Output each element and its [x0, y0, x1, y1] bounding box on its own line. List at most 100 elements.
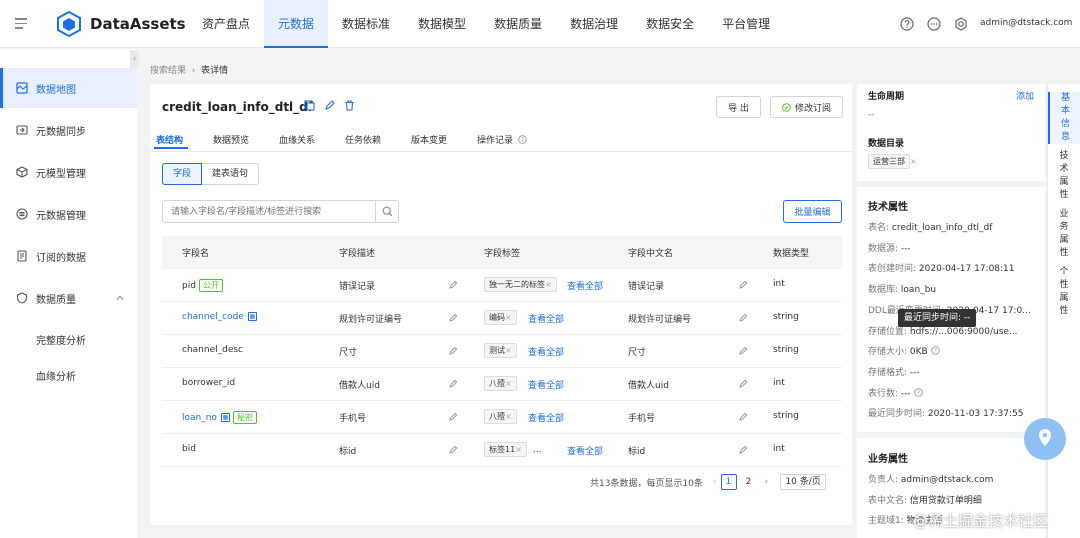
close-icon[interactable]: × [515, 445, 522, 454]
segment-fields[interactable]: 字段 [162, 163, 203, 185]
field-name-cell: channel_desc [182, 345, 243, 355]
edit-icon[interactable] [448, 346, 458, 356]
edit-icon[interactable] [738, 346, 748, 356]
batch-edit-button[interactable]: 批量编辑 [783, 200, 842, 223]
edit-icon[interactable] [448, 313, 458, 323]
tab-table-structure[interactable]: 表结构 [156, 133, 183, 146]
edit-icon[interactable] [448, 412, 458, 422]
tab-biz-attrs[interactable]: 业务属性 [1048, 208, 1080, 260]
breadcrumb-parent[interactable]: 搜索结果 [150, 66, 186, 76]
nav-item[interactable]: 资产盘点 [188, 0, 264, 48]
tab-data-preview[interactable]: 数据预览 [213, 133, 249, 146]
field-cn-name: 尺寸 [628, 348, 647, 358]
sidebar-item-subscribed[interactable]: 订阅的数据 [0, 236, 137, 276]
tab-tech-attrs[interactable]: 技术属性 [1048, 150, 1080, 202]
table-row: borrower_id 借款人uid 八殪× 查看全部 借款人uid int [162, 368, 842, 401]
edit-icon[interactable] [448, 445, 458, 455]
attribute-key: 最近同步时间: [868, 409, 926, 420]
menu-toggle-icon[interactable] [15, 18, 27, 32]
tab-version-change[interactable]: 版本变更 [411, 133, 447, 146]
attribute-row: 表中文名: 信用贷款订单明细 [868, 493, 982, 506]
close-icon[interactable]: × [910, 157, 917, 166]
sidebar-subitem-completeness[interactable]: 完整度分析 [36, 332, 86, 347]
close-icon[interactable]: × [505, 346, 512, 355]
sidebar-item-meta-model[interactable]: 元模型管理 [0, 152, 137, 192]
nav-item[interactable]: 数据治理 [556, 0, 632, 48]
search-button[interactable] [375, 200, 399, 223]
segment-ddl[interactable]: 建表语句 [202, 163, 260, 185]
page-button[interactable]: 2 [741, 474, 757, 490]
help-circle-icon[interactable] [900, 17, 914, 31]
logo-icon [57, 11, 81, 37]
view-all-tags-link[interactable]: 查看全部 [567, 279, 603, 292]
next-page-icon[interactable]: › [765, 477, 769, 487]
field-tags-cell: 标签11×... [484, 442, 541, 457]
view-all-tags-link[interactable]: 查看全部 [528, 378, 564, 391]
tab-basic-info[interactable]: 基本信息 [1048, 92, 1080, 144]
view-all-tags-link[interactable]: 查看全部 [528, 312, 564, 325]
sidebar-item-metadata-sync[interactable]: 元数据同步 [0, 110, 137, 150]
close-icon[interactable]: × [505, 379, 512, 388]
field-tags-cell: 八殪× [484, 376, 517, 391]
sidebar-item-data-quality[interactable]: 数据质量 [0, 278, 137, 318]
copy-icon[interactable] [304, 100, 315, 111]
field-name[interactable]: channel_code [182, 312, 244, 322]
view-all-tags-link[interactable]: 查看全部 [567, 444, 603, 457]
sidebar-item-label: 元数据同步 [36, 126, 86, 138]
view-all-tags-link[interactable]: 查看全部 [528, 411, 564, 424]
top-bar: DataAssets 资产盘点 元数据 数据标准 数据模型 数据质量 数据治理 数据安全 平台… [0, 0, 1080, 48]
prev-page-icon[interactable]: ‹ [713, 477, 717, 487]
edit-icon[interactable] [738, 445, 748, 455]
view-all-tags-link[interactable]: 查看全部 [528, 345, 564, 358]
nav-item[interactable]: 数据安全 [632, 0, 708, 48]
nav-item[interactable]: 元数据 [264, 0, 329, 48]
close-icon[interactable]: × [505, 313, 512, 322]
field-tag: 八殪× [484, 376, 517, 391]
tab-lineage[interactable]: 血缘关系 [279, 133, 315, 146]
add-lifecycle-link[interactable]: 添加 [1016, 89, 1034, 102]
field-tag: 编码× [484, 310, 517, 325]
edit-icon[interactable] [738, 313, 748, 323]
edit-subscription-button[interactable]: 修改订阅 [770, 96, 843, 118]
map-icon [16, 82, 28, 94]
table-header: 字段名 字段描述 字段标签 字段中文名 数据类型 [162, 236, 842, 269]
gear-icon[interactable] [954, 17, 968, 31]
export-button[interactable]: 导 出 [716, 96, 761, 118]
chat-icon[interactable] [927, 17, 941, 31]
trash-icon[interactable] [344, 100, 355, 111]
sidebar-collapse-button[interactable]: ‹ [130, 50, 139, 68]
help-circle-icon: ? [913, 387, 923, 397]
table-row: loan_no ▦ 秘密 手机号 八殪× 查看全部 手机号 string [162, 401, 842, 434]
nav-item[interactable]: 数据质量 [480, 0, 556, 48]
tab-custom-attrs[interactable]: 个性属性 [1048, 266, 1080, 318]
security-badge: 公开 [198, 279, 223, 292]
attribute-key: 数据库: [868, 285, 899, 296]
field-search-input[interactable] [162, 200, 399, 223]
floating-assistant-button[interactable] [1024, 418, 1066, 460]
edit-icon[interactable] [448, 379, 458, 389]
close-icon[interactable]: × [545, 280, 552, 289]
nav-item[interactable]: 数据模型 [404, 0, 480, 48]
attribute-key: 表行数: [868, 388, 899, 399]
tab-operation-log[interactable]: 操作记录 ? [477, 133, 527, 146]
sidebar-item-data-map[interactable]: 数据地图 [0, 68, 137, 108]
location-pin-icon [1039, 429, 1051, 446]
breadcrumb: 搜索结果 › 表详情 [150, 63, 228, 76]
page-size-select[interactable]: 10 条/页 [780, 474, 827, 490]
edit-icon[interactable] [738, 379, 748, 389]
edit-icon[interactable] [448, 280, 458, 290]
page-button[interactable]: 1 [720, 474, 737, 490]
edit-icon[interactable] [738, 412, 748, 422]
field-name[interactable]: loan_no [182, 413, 217, 423]
tab-task-dependency[interactable]: 任务依赖 [345, 133, 381, 146]
close-icon[interactable]: × [505, 412, 512, 421]
user-account[interactable]: admin@dtstack.com [980, 18, 1072, 28]
field-name-cell: channel_code ▦ [182, 312, 257, 322]
nav-item[interactable]: 数据标准 [328, 0, 404, 48]
nav-item[interactable]: 平台管理 [708, 0, 784, 48]
attribute-key: 表创建时间: [868, 264, 917, 275]
edit-icon[interactable] [738, 280, 748, 290]
edit-icon[interactable] [324, 100, 335, 111]
sidebar-item-metadata-manage[interactable]: 元数据管理 [0, 194, 137, 234]
sidebar-subitem-lineage[interactable]: 血缘分析 [36, 368, 76, 383]
